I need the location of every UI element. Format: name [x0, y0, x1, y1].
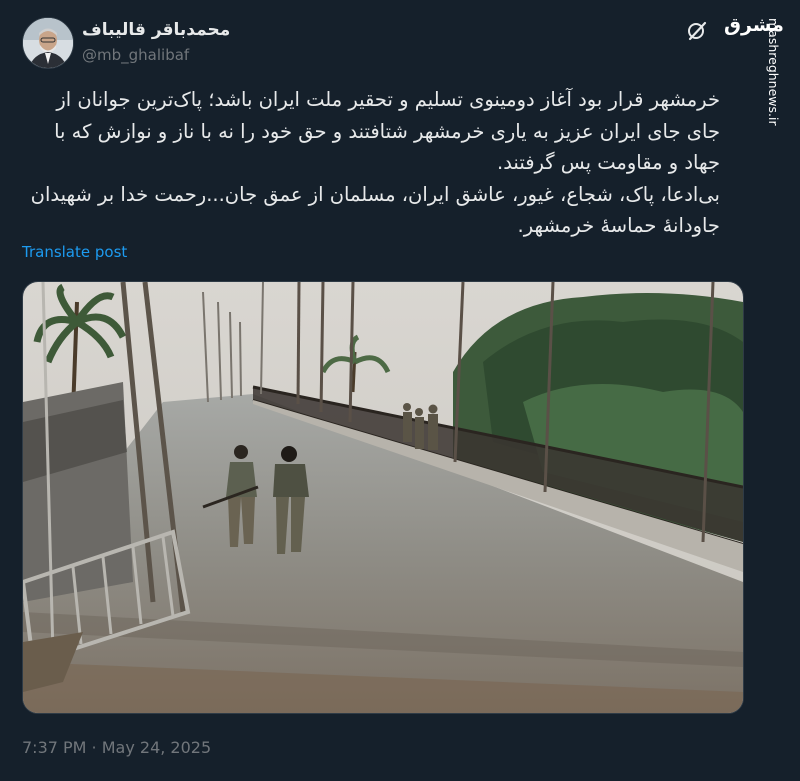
post-photo[interactable]	[22, 281, 744, 714]
post-paragraph-1: خرمشهر قرار بود آغاز دومینوی تسلیم و تحق…	[54, 88, 720, 174]
post-timestamp[interactable]: 7:37 PM · May 24, 2025	[22, 738, 211, 757]
post-text: خرمشهر قرار بود آغاز دومینوی تسلیم و تحق…	[22, 84, 720, 242]
author-name[interactable]: محمدباقر قالیباف	[82, 20, 230, 40]
tweet: محمدباقر قالیباف @mb_ghalibaf مشرق mashr…	[0, 0, 800, 781]
author-handle[interactable]: @mb_ghalibaf	[82, 46, 189, 64]
grok-icon[interactable]	[686, 20, 708, 42]
translate-post-link[interactable]: Translate post	[22, 243, 127, 261]
watermark-site: mashreghnews.ir	[766, 18, 781, 126]
avatar[interactable]	[22, 17, 74, 69]
post-paragraph-2: بی‌ادعا، پاک، شجاع، غیور، عاشق ایران، مس…	[30, 182, 720, 238]
